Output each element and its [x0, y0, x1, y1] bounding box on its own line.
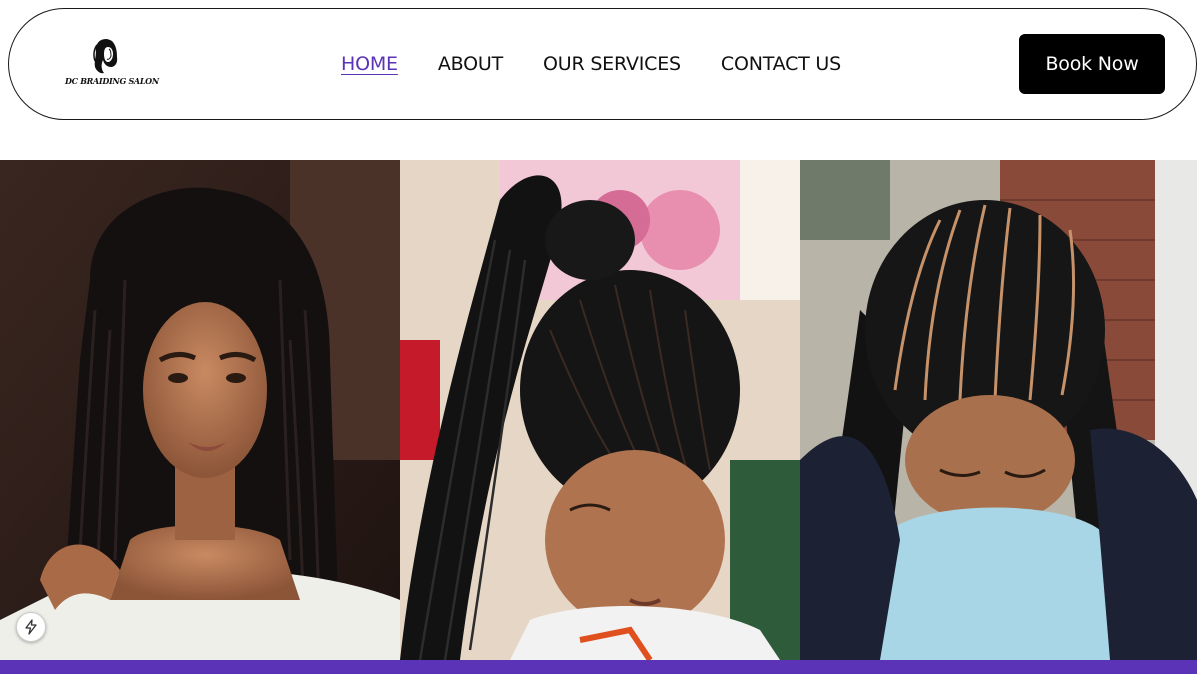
nav-contact-link[interactable]: CONTACT US: [721, 50, 841, 78]
nav-home-link[interactable]: HOME: [341, 50, 398, 78]
brand-logo[interactable]: DC BRAIDING SALON: [65, 37, 159, 95]
book-now-button[interactable]: Book Now: [1019, 34, 1165, 94]
gallery-image-box-braids: [0, 160, 400, 660]
gallery-image-stitch-ponytail: [400, 160, 800, 660]
nav-services-link[interactable]: OUR SERVICES: [543, 50, 681, 78]
gallery-image-feed-in-cornrows: [800, 160, 1197, 660]
woman-silhouette-icon: [93, 39, 118, 74]
main-nav: HOME ABOUT OUR SERVICES CONTACT US: [341, 50, 841, 78]
hero-gallery: [0, 160, 1197, 660]
logo-text: DC BRAIDING SALON: [65, 76, 159, 86]
site-header: DC BRAIDING SALON HOME ABOUT OUR SERVICE…: [8, 8, 1197, 120]
lightning-bolt-icon[interactable]: [16, 612, 46, 642]
nav-about-link[interactable]: ABOUT: [438, 50, 503, 78]
accent-bar: [0, 660, 1197, 674]
